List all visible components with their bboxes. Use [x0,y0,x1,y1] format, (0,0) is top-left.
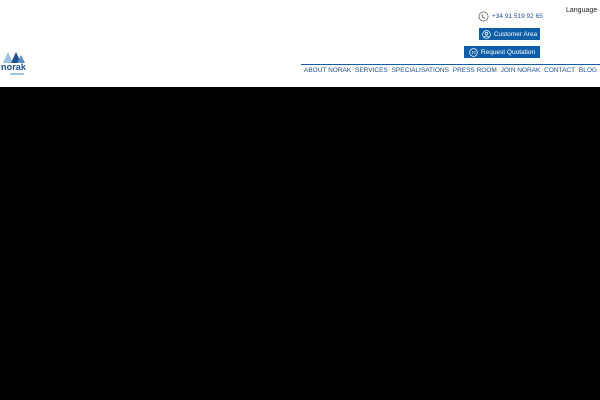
nav-press-room[interactable]: PRESS ROOM [453,67,497,74]
user-circle-icon [482,29,491,39]
phone-contact[interactable]: +34 91 519 92 65 [478,10,543,22]
site-header: norak Language +34 91 519 92 65 Customer… [0,0,600,87]
request-quotation-label: Request Quotation [480,48,536,56]
nav-specialisations[interactable]: SPECIALISATIONS [392,67,449,74]
customer-area-button[interactable]: Customer Area [479,28,540,40]
nav-services[interactable]: SERVICES [355,67,388,74]
logo-text: norak [1,62,27,72]
phone-icon [478,11,489,21]
logo[interactable]: norak [1,50,31,78]
phone-number: +34 91 519 92 65 [492,12,543,20]
nav-blog[interactable]: BLOG [579,67,597,74]
nav-about-norak[interactable]: ABOUT NORAK [304,67,351,74]
request-quotation-button[interactable]: Request Quotation [464,46,540,58]
hero-banner [0,87,600,400]
main-nav: ABOUT NORAK SERVICES SPECIALISATIONS PRE… [301,64,600,76]
nav-contact[interactable]: CONTACT [544,67,575,74]
quote-icon [469,47,478,57]
nav-join-norak[interactable]: JOIN NORAK [501,67,541,74]
customer-area-label: Customer Area [493,30,538,38]
logo-underline [10,73,24,75]
language-selector[interactable]: Language [566,7,597,14]
